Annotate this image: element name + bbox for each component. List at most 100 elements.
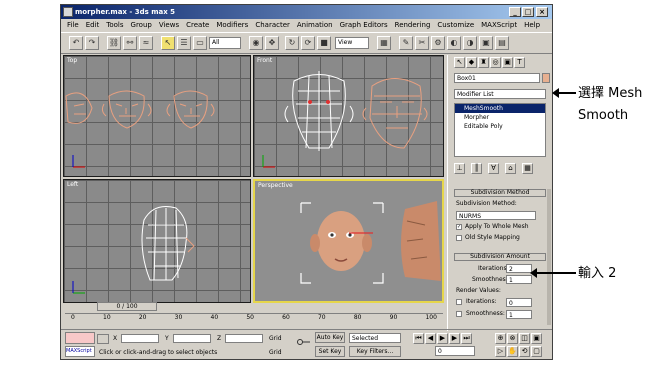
viewport-front[interactable]: Front [253,55,444,177]
bind-space-warp-icon[interactable]: ≈ [139,36,153,50]
go-to-start-icon[interactable]: ⏮ [413,333,424,344]
zoom-extents-icon[interactable]: ◫ [519,333,530,344]
pivot-icon[interactable]: ▦ [377,36,391,50]
maxscript-listener-pink[interactable] [65,332,95,344]
menu-customize[interactable]: Customize [437,19,474,31]
selection-filter-dropdown[interactable]: All [209,37,241,49]
hierarchy-tab-icon[interactable]: ♜ [478,57,489,68]
menu-help[interactable]: Help [524,19,540,31]
pin-stack-icon[interactable]: ⊥ [454,163,465,174]
app-icon[interactable] [63,7,73,17]
show-end-result-icon[interactable]: ║ [471,163,482,174]
selected-dropdown[interactable]: Selected [349,333,401,343]
zoom-extents-all-icon[interactable]: ▣ [531,333,542,344]
z-coord-field[interactable] [225,334,263,343]
title-bar[interactable]: morpher.max - 3ds max 5 _ □ × [61,5,552,19]
menu-create[interactable]: Create [186,19,209,31]
subdivision-method-rollout[interactable]: Subdivision Method [454,189,546,197]
unlink-icon[interactable]: ⚯ [123,36,137,50]
close-button[interactable]: × [536,7,548,17]
min-max-toggle-icon[interactable]: ▢ [531,345,542,357]
previous-frame-icon[interactable]: ◀ [425,333,436,344]
viewport-perspective[interactable]: Perspective [253,179,444,303]
menu-maxscript[interactable]: MAXScript [481,19,517,31]
menu-tools[interactable]: Tools [106,19,123,31]
lock-selection-icon[interactable] [97,334,109,344]
select-scale-icon[interactable]: ⟳ [301,36,315,50]
stack-item-editable-poly[interactable]: Editable Poly [455,122,545,131]
rect-region-icon[interactable]: ▭ [193,36,207,50]
zoom-all-icon[interactable]: ⊗ [507,333,518,344]
link-icon[interactable]: ⛓ [107,36,121,50]
subdivision-amount-rollout[interactable]: Subdivision Amount [454,253,546,261]
stack-item-morpher[interactable]: Morpher [455,113,545,122]
object-color-swatch[interactable] [542,73,550,83]
select-move-icon[interactable]: ✥ [265,36,279,50]
viewport-left[interactable]: Left [63,179,251,303]
configure-modifier-icon[interactable]: ▦ [522,163,533,174]
render-iterations-spinner[interactable]: 0 [506,298,532,307]
minimize-button[interactable]: _ [509,7,521,17]
zoom-icon[interactable]: ⊕ [495,333,506,344]
snap-icon[interactable]: ✎ [399,36,413,50]
modifier-list-dropdown[interactable]: Modifier List [454,89,546,99]
display-tab-icon[interactable]: ▣ [502,57,513,68]
render-smoothness-spinner[interactable]: 1 [506,310,532,319]
utilities-tab-icon[interactable]: T [514,57,525,68]
maximize-button[interactable]: □ [522,7,534,17]
command-panel-scrollbar[interactable] [547,189,551,325]
menu-group[interactable]: Group [131,19,152,31]
remove-modifier-icon[interactable]: ⌂ [505,163,516,174]
next-frame-icon[interactable]: ▶ [449,333,460,344]
maxscript-mini-listener[interactable]: MAXScript [65,346,95,357]
redo-icon[interactable]: ↷ [85,36,99,50]
go-to-end-icon[interactable]: ⏭ [461,333,472,344]
modify-tab-icon[interactable]: ◆ [466,57,477,68]
motion-tab-icon[interactable]: ◎ [490,57,501,68]
menu-edit[interactable]: Edit [86,19,100,31]
time-slider[interactable]: 0 / 100 [97,302,157,311]
material-editor-icon[interactable]: ◐ [447,36,461,50]
object-name-field[interactable]: Box01 [454,73,540,83]
subdivision-method-dropdown[interactable]: NURMS [456,211,536,220]
pan-icon[interactable]: ✋ [507,345,518,357]
render-scene-icon[interactable]: ◑ [463,36,477,50]
y-coord-field[interactable] [173,334,211,343]
set-key-button[interactable]: Set Key [315,346,345,357]
percent-snap-icon[interactable]: ⚙ [431,36,445,50]
apply-whole-mesh-checkbox[interactable]: ✓ [456,224,462,230]
fov-icon[interactable]: ▷ [495,345,506,357]
angle-snap-icon[interactable]: ✂ [415,36,429,50]
ref-coord-dropdown[interactable]: View [335,37,369,49]
old-style-mapping-checkbox[interactable] [456,235,462,241]
create-tab-icon[interactable]: ↖ [454,57,465,68]
arc-rotate-icon[interactable]: ⟲ [519,345,530,357]
select-rotate-icon[interactable]: ↻ [285,36,299,50]
menu-file[interactable]: File [67,19,79,31]
play-icon[interactable]: ▶ [437,333,448,344]
menu-animation[interactable]: Animation [297,19,333,31]
menu-character[interactable]: Character [255,19,290,31]
menu-rendering[interactable]: Rendering [395,19,431,31]
scale-icon[interactable]: ■ [317,36,331,50]
viewport-top[interactable]: Top [63,55,251,177]
smoothness-spinner[interactable]: 1 [506,275,532,284]
select-by-name-icon[interactable]: ☰ [177,36,191,50]
timeline-track[interactable]: 0 10 20 30 40 50 60 70 80 90 100 [65,313,443,325]
make-unique-icon[interactable]: ∀ [488,163,499,174]
quick-render-icon[interactable]: ▣ [479,36,493,50]
tick-label: 30 [174,314,183,321]
select-icon[interactable]: ↖ [161,36,175,50]
x-coord-field[interactable] [121,334,159,343]
render-last-icon[interactable]: ▤ [495,36,509,50]
menu-views[interactable]: Views [159,19,179,31]
current-frame-field[interactable]: 0 [435,346,475,356]
key-filters-button[interactable]: Key Filters... [349,346,401,357]
iterations-spinner[interactable]: 2 [506,264,532,273]
auto-key-button[interactable]: Auto Key [315,332,345,343]
window-crossing-icon[interactable]: ◉ [249,36,263,50]
menu-graph-editors[interactable]: Graph Editors [340,19,388,31]
stack-item-meshsmooth[interactable]: MeshSmooth [455,104,545,113]
menu-modifiers[interactable]: Modifiers [216,19,248,31]
undo-icon[interactable]: ↶ [69,36,83,50]
